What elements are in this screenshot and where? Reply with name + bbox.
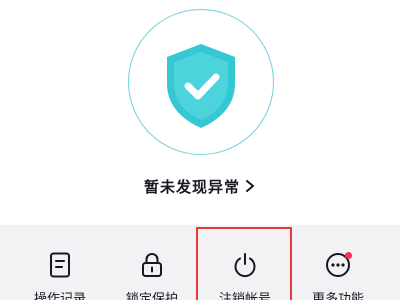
- tool-lock-protection[interactable]: 锁定保护: [112, 225, 192, 300]
- security-status-section: 暂未发现异常: [0, 0, 400, 225]
- lock-icon: [142, 252, 162, 277]
- document-icon: [50, 252, 70, 278]
- shield-check-icon: [167, 44, 235, 128]
- power-icon: [234, 253, 256, 278]
- tools-panel: 操作记录 锁定保护 注销帐号 更多功能: [0, 225, 400, 300]
- tool-operation-log[interactable]: 操作记录: [20, 225, 100, 300]
- tool-label: 操作记录: [33, 292, 86, 300]
- tool-label: 注销帐号: [218, 292, 271, 300]
- tool-label: 锁定保护: [125, 292, 178, 300]
- tool-more-features[interactable]: 更多功能: [298, 225, 378, 300]
- chevron-right-icon: [246, 180, 254, 192]
- status-detail-link[interactable]: 暂未发现异常: [0, 172, 400, 200]
- status-text: 暂未发现异常: [143, 177, 240, 196]
- tool-label: 更多功能: [311, 292, 364, 300]
- tool-deactivate-account[interactable]: 注销帐号: [205, 225, 285, 300]
- notification-badge: [345, 252, 352, 259]
